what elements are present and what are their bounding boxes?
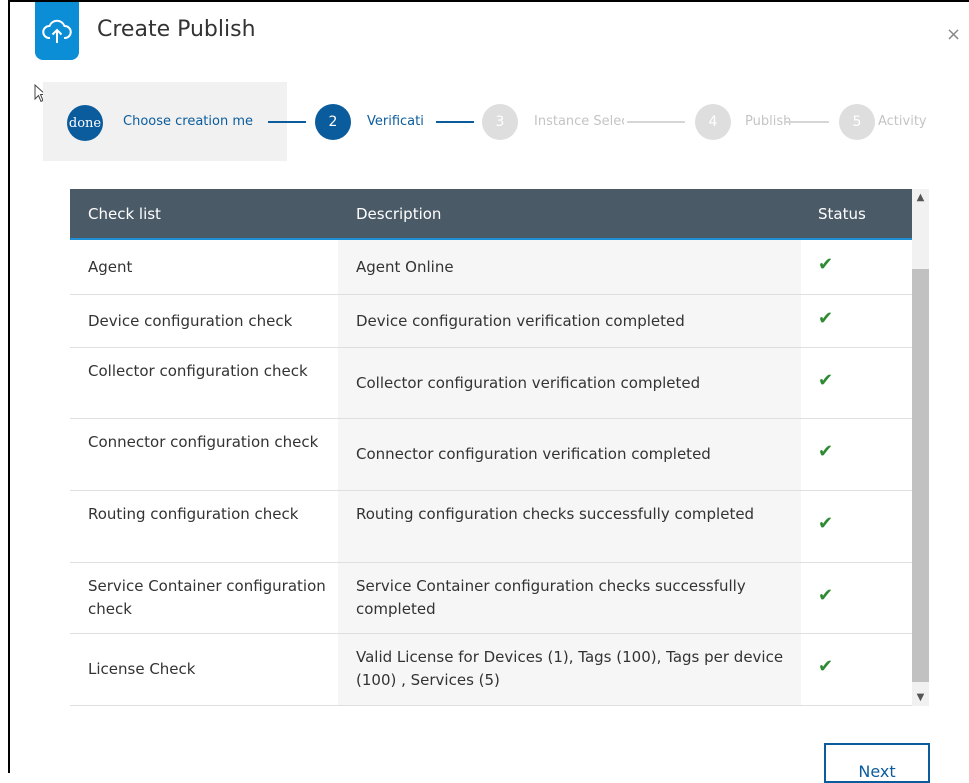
check-icon: ✔ — [818, 585, 834, 606]
cell-description: Connector configuration verification com… — [356, 445, 711, 463]
cell-check: License Check — [88, 660, 196, 678]
cell-description: Agent Online — [356, 258, 454, 276]
header-description: Description — [356, 205, 442, 223]
table-row: License Check Valid License for Devices … — [70, 634, 912, 706]
step-2-label[interactable]: Verificati — [367, 114, 429, 129]
header-check-list: Check list — [88, 205, 161, 223]
cell-check: Routing configuration check — [88, 505, 299, 523]
cell-check: Collector configuration check — [88, 362, 308, 380]
step-1-label[interactable]: Choose creation me — [123, 114, 263, 129]
step-3-label: Instance Selec — [534, 114, 624, 129]
check-icon: ✔ — [818, 308, 834, 329]
check-icon: ✔ — [818, 513, 834, 534]
step-5-label: Activity — [878, 114, 927, 129]
cell-check: Agent — [88, 258, 133, 276]
step-3-marker: 3 — [482, 104, 518, 140]
table-row: Device configuration check Device config… — [70, 295, 912, 348]
table-row: Collector configuration check Collector … — [70, 348, 912, 419]
scroll-up-icon[interactable]: ▲ — [912, 189, 929, 206]
check-icon: ✔ — [818, 370, 834, 391]
step-connector — [268, 121, 306, 123]
check-icon: ✔ — [818, 656, 834, 677]
scrollbar-thumb[interactable] — [912, 269, 929, 682]
dialog-title: Create Publish — [97, 17, 256, 42]
cell-check: Connector configuration check — [88, 433, 319, 451]
verification-table: Check list Description Status Agent Agen… — [70, 189, 929, 706]
table-header: Check list Description Status — [70, 189, 912, 240]
cell-description: Device configuration verification comple… — [356, 312, 685, 330]
check-icon: ✔ — [818, 254, 834, 275]
table-row: Service Container configuration check Se… — [70, 563, 912, 634]
cloud-upload-icon — [35, 2, 79, 60]
table-row: Connector configuration check Connector … — [70, 419, 912, 491]
cell-description: Service Container configuration checks s… — [356, 577, 746, 618]
scroll-down-icon[interactable]: ▼ — [912, 689, 929, 706]
cell-description: Routing configuration checks successfull… — [356, 505, 755, 523]
cell-description: Valid License for Devices (1), Tags (100… — [356, 648, 784, 689]
step-connector — [785, 121, 829, 123]
table-row: Routing configuration check Routing conf… — [70, 491, 912, 563]
close-icon[interactable]: × — [946, 24, 961, 45]
check-icon: ✔ — [818, 441, 834, 462]
step-connector — [436, 121, 474, 123]
step-2-marker[interactable]: 2 — [315, 104, 351, 140]
next-button[interactable]: Next — [824, 743, 930, 783]
table-row: Agent Agent Online ✔ — [70, 240, 912, 295]
step-connector — [627, 121, 685, 123]
step-4-marker: 4 — [695, 104, 731, 140]
cell-check: Service Container configuration check — [88, 577, 326, 618]
cell-check: Device configuration check — [88, 312, 293, 330]
step-1-marker[interactable]: done — [67, 105, 103, 141]
header-status: Status — [818, 205, 866, 223]
step-5-marker: 5 — [839, 104, 875, 140]
cell-description: Collector configuration verification com… — [356, 374, 701, 392]
